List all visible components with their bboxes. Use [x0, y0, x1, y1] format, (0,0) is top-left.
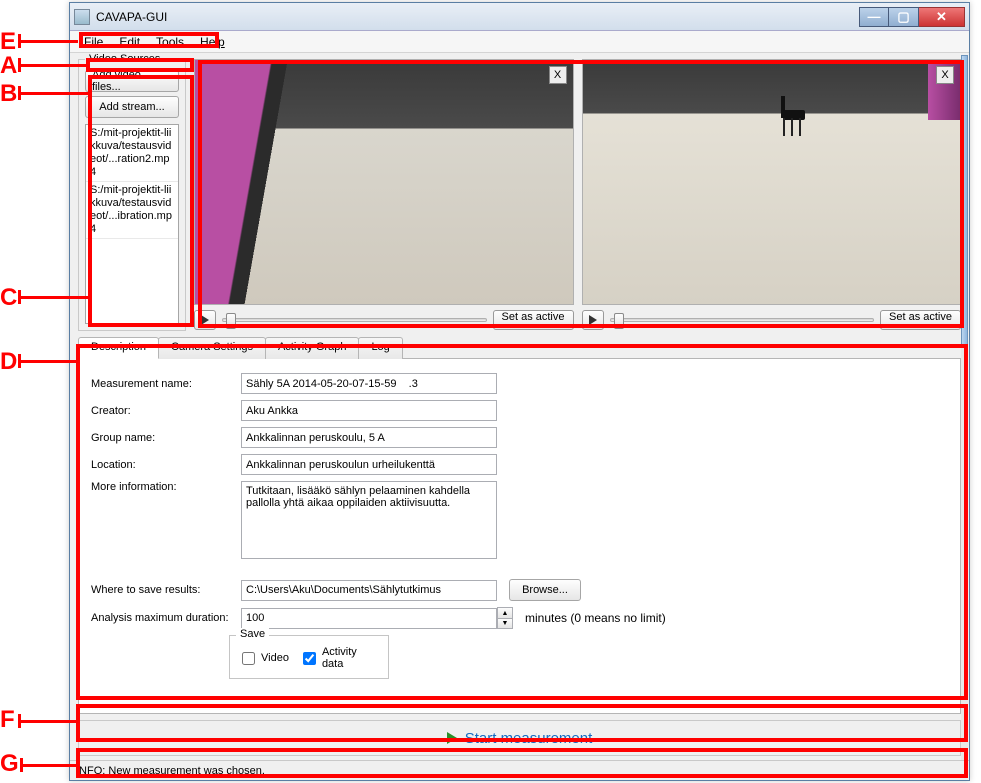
titlebar[interactable]: CAVAPA-GUI — ▢ ✕ — [70, 3, 969, 31]
creator-field[interactable] — [241, 400, 497, 421]
video-sources-title: Video Sources — [85, 53, 164, 65]
save-group: Save Video Activity data — [229, 635, 389, 679]
add-stream-button[interactable]: Add stream... — [85, 96, 179, 118]
annot-C: C — [0, 284, 17, 312]
video-frame-1[interactable]: X — [194, 59, 574, 305]
location-label: Location: — [91, 459, 229, 471]
scrollbar-thumb[interactable] — [961, 55, 968, 345]
save-path-field[interactable] — [241, 580, 497, 601]
save-video-checkbox[interactable]: Video — [242, 646, 289, 670]
spin-down-icon[interactable]: ▼ — [497, 618, 513, 629]
more-info-field[interactable]: Tutkitaan, lisääkö sählyn pelaaminen kah… — [241, 481, 497, 559]
group-name-label: Group name: — [91, 432, 229, 444]
minimize-button[interactable]: — — [859, 7, 889, 27]
play-icon — [201, 315, 209, 325]
browse-button[interactable]: Browse... — [509, 579, 581, 601]
status-text: INFO: New measurement was chosen. — [76, 765, 265, 777]
menu-tools[interactable]: Tools — [148, 33, 192, 51]
duration-field[interactable] — [241, 608, 497, 629]
more-info-label: More information: — [91, 481, 229, 493]
maximize-button[interactable]: ▢ — [889, 7, 919, 27]
start-measurement-label: Start measurement — [465, 730, 593, 747]
vertical-scrollbar[interactable] — [961, 55, 968, 760]
statusbar: INFO: New measurement was chosen. — [70, 760, 969, 780]
group-name-field[interactable] — [241, 427, 497, 448]
app-icon — [74, 9, 90, 25]
source-list[interactable]: S:/mit-projektit-liikkuva/testausvideot/… — [85, 124, 179, 324]
annot-F: F — [0, 706, 15, 734]
menu-help[interactable]: Help — [192, 33, 233, 51]
video-panel-1: X Set as active — [194, 59, 574, 331]
save-path-label: Where to save results: — [91, 584, 229, 596]
annot-A: A — [0, 52, 17, 80]
activity-checkbox-input[interactable] — [303, 652, 316, 665]
tab-activity-graph[interactable]: Activity Graph — [265, 337, 359, 359]
measurement-name-field[interactable] — [241, 373, 497, 394]
menu-file[interactable]: File — [76, 33, 111, 51]
creator-label: Creator: — [91, 405, 229, 417]
save-activity-checkbox[interactable]: Activity data — [303, 646, 376, 670]
close-video-icon[interactable]: X — [549, 66, 567, 84]
duration-label: Analysis maximum duration: — [91, 612, 229, 624]
source-item[interactable]: S:/mit-projektit-liikkuva/testausvideot/… — [86, 182, 178, 239]
set-active-button[interactable]: Set as active — [880, 310, 961, 330]
tabs-panel: Description Camera Settings Activity Gra… — [78, 337, 961, 714]
menu-edit[interactable]: Edit — [111, 33, 148, 51]
set-active-button[interactable]: Set as active — [493, 310, 574, 330]
play-button[interactable] — [194, 310, 216, 330]
spin-up-icon[interactable]: ▲ — [497, 607, 513, 618]
start-measurement-button[interactable]: Start measurement — [78, 720, 961, 756]
play-arrow-icon — [447, 732, 457, 744]
menubar: File Edit Tools Help — [70, 31, 969, 53]
video-checkbox-input[interactable] — [242, 652, 255, 665]
slider-thumb[interactable] — [226, 313, 236, 329]
video-panel-2: X Set as active — [582, 59, 962, 331]
save-group-title: Save — [236, 628, 269, 640]
add-video-files-button[interactable]: Add video files... — [85, 70, 179, 92]
tab-log[interactable]: Log — [358, 337, 402, 359]
duration-suffix: minutes (0 means no limit) — [525, 611, 666, 625]
play-button[interactable] — [582, 310, 604, 330]
annot-B: B — [0, 80, 17, 108]
location-field[interactable] — [241, 454, 497, 475]
video-slider[interactable] — [222, 318, 487, 322]
annot-D: D — [0, 348, 17, 376]
close-button[interactable]: ✕ — [919, 7, 965, 27]
measurement-name-label: Measurement name: — [91, 378, 229, 390]
slider-thumb[interactable] — [614, 313, 624, 329]
close-video-icon[interactable]: X — [936, 66, 954, 84]
play-icon — [589, 315, 597, 325]
tab-description[interactable]: Description — [78, 337, 159, 359]
video-slider[interactable] — [610, 318, 875, 322]
source-item[interactable]: S:/mit-projektit-liikkuva/testausvideot/… — [86, 125, 178, 182]
tab-camera-settings[interactable]: Camera Settings — [158, 337, 266, 359]
tab-body: Measurement name: Creator: Group name: L… — [78, 358, 961, 714]
video-frame-2[interactable]: X — [582, 59, 962, 305]
annot-E: E — [0, 28, 16, 56]
video-sources-panel: Video Sources Add video files... Add str… — [78, 59, 186, 331]
annot-G: G — [0, 750, 19, 778]
app-window: CAVAPA-GUI — ▢ ✕ File Edit Tools Help Vi… — [69, 2, 970, 781]
window-title: CAVAPA-GUI — [96, 10, 859, 24]
